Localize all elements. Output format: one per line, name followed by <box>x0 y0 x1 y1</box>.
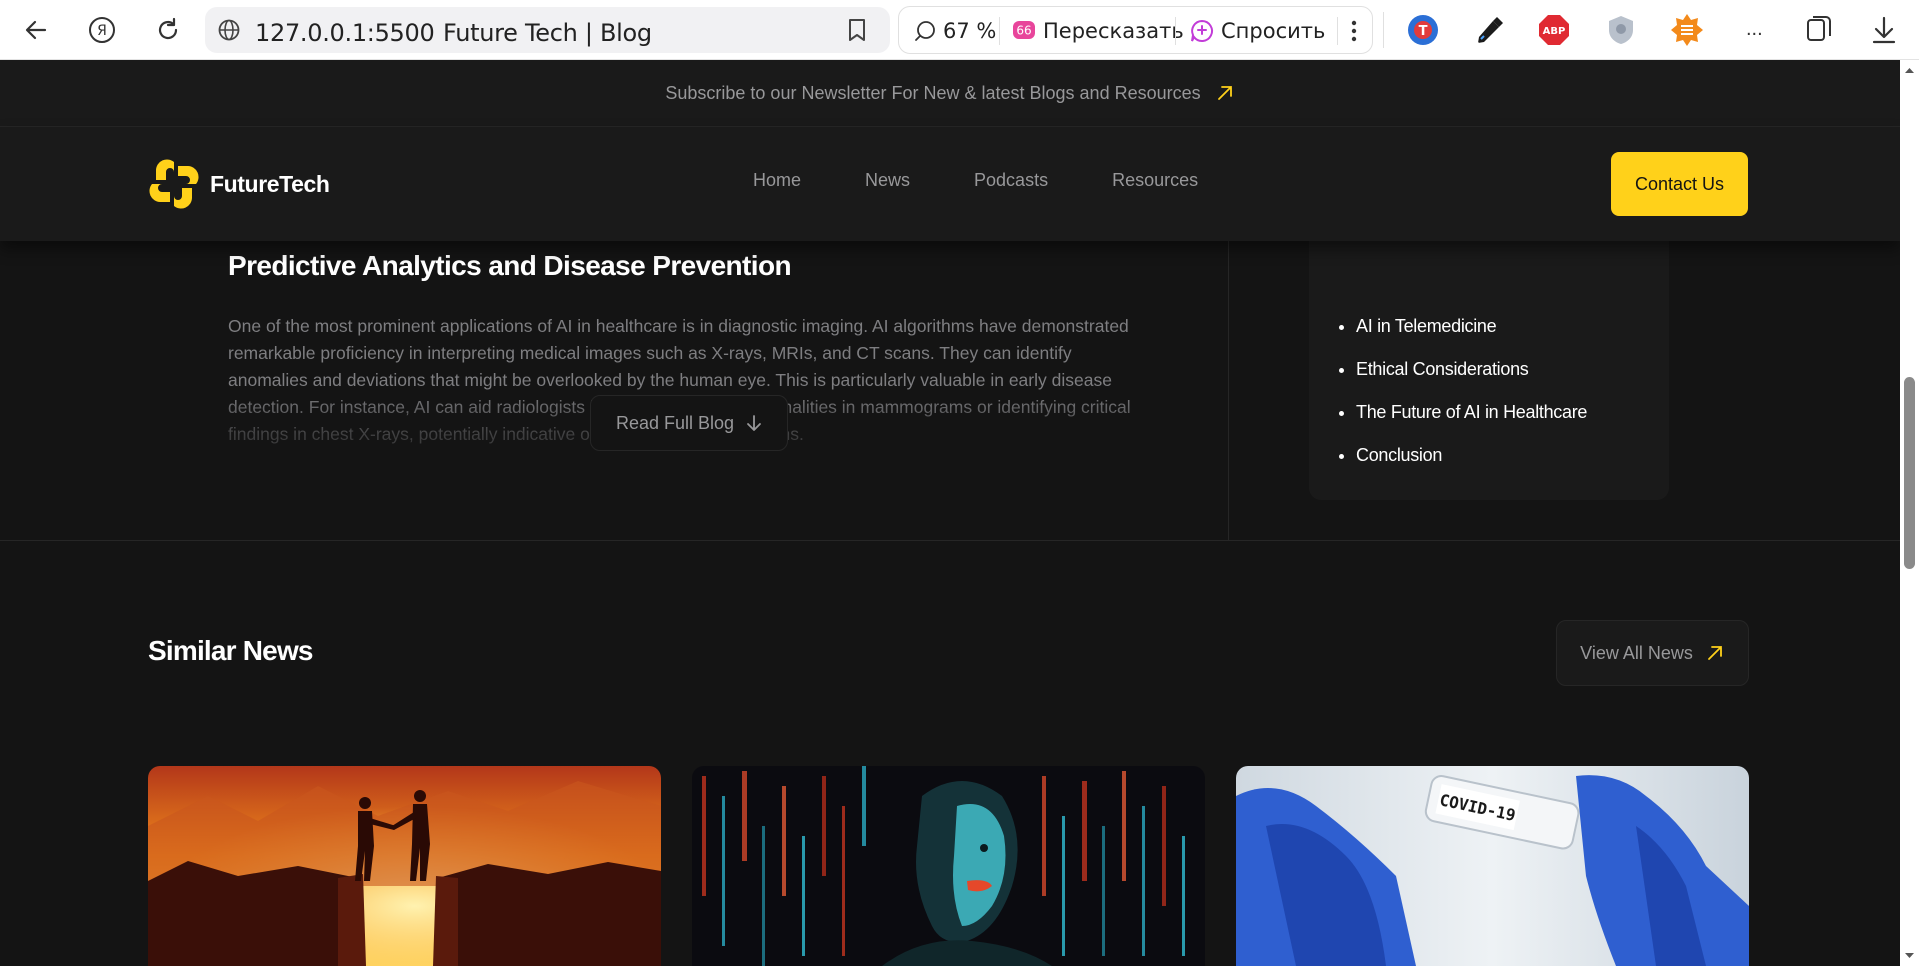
news-card[interactable] <box>148 766 661 966</box>
newsletter-banner[interactable]: Subscribe to our Newsletter For New & la… <box>0 60 1900 127</box>
arrow-down-icon <box>747 415 761 431</box>
futuretech-logo-icon <box>149 159 199 209</box>
contact-us-button[interactable]: Contact Us <box>1611 152 1748 216</box>
article-section: Predictive Analytics and Disease Prevent… <box>228 250 1138 282</box>
scrollbar-thumb[interactable] <box>1904 377 1915 569</box>
toc-item[interactable]: Ethical Considerations <box>1356 359 1587 380</box>
arrow-up-right-icon <box>1217 86 1232 100</box>
read-full-blog-button[interactable]: Read Full Blog <box>590 395 788 451</box>
yandex-button[interactable]: Я <box>86 14 118 46</box>
svg-text:Я: Я <box>97 23 107 39</box>
back-button[interactable] <box>20 14 52 46</box>
retell-icon: 66 <box>1013 21 1035 39</box>
svg-text:T: T <box>1419 24 1428 39</box>
arrow-left-icon <box>25 20 47 40</box>
adblock-extension-icon[interactable]: ABP <box>1537 13 1571 47</box>
eyedropper-extension-icon[interactable] <box>1473 13 1507 47</box>
shield-extension-icon[interactable] <box>1604 13 1638 47</box>
arrow-up-right-icon <box>1707 646 1722 660</box>
brand-logo[interactable]: FutureTech <box>148 158 330 210</box>
section-divider <box>0 540 1900 541</box>
tab-title: Future Tech | Blog <box>443 19 652 47</box>
ask-ai-icon <box>1191 19 1213 42</box>
column-divider <box>1228 241 1229 540</box>
handshake-canyon-image <box>148 766 661 966</box>
covid-test-tube-image: COVID-19 <box>1236 766 1749 966</box>
brand-name: FutureTech <box>210 170 330 197</box>
toc-item[interactable]: Conclusion <box>1356 445 1587 466</box>
address-bar[interactable]: 127.0.0.1:5500 Future Tech | Blog <box>205 7 890 53</box>
read-full-blog-label: Read Full Blog <box>615 412 735 433</box>
table-of-contents: AI in Telemedicine Ethical Consideration… <box>1309 210 1669 500</box>
nav-resources[interactable]: Resources <box>1112 170 1198 191</box>
web-page: Subscribe to our Newsletter For New & la… <box>0 60 1900 966</box>
translate-extension-icon[interactable]: T <box>1406 13 1440 47</box>
scroll-up-icon[interactable] <box>1904 66 1915 74</box>
nav-podcasts[interactable]: Podcasts <box>974 170 1048 191</box>
toc-item[interactable]: The Future of AI in Healthcare <box>1356 402 1587 423</box>
globe-icon <box>218 19 240 41</box>
main-nav: Home News Podcasts Resources <box>753 170 1262 191</box>
bookmark-icon[interactable] <box>845 17 869 43</box>
more-extensions[interactable]: ... <box>1746 18 1763 41</box>
site-navbar: FutureTech Home News Podcasts Resources … <box>0 127 1900 241</box>
zoom-level[interactable]: 67 % <box>943 19 996 43</box>
reload-icon <box>158 17 178 40</box>
browser-toolbar: Я 127.0.0.1:5500 Future Tech | Blog 67 %… <box>0 0 1919 60</box>
toc-item[interactable]: AI in Telemedicine <box>1356 316 1587 337</box>
reload-button[interactable] <box>152 14 184 46</box>
assistant-pill-group: 67 % 66 Пересказать Спросить <box>898 6 1373 54</box>
section-heading: Predictive Analytics and Disease Prevent… <box>228 250 792 281</box>
kebab-menu-icon[interactable] <box>1348 19 1360 43</box>
nav-home[interactable]: Home <box>753 170 801 191</box>
sun-extension-icon[interactable] <box>1670 13 1704 47</box>
digital-woman-portrait-image <box>692 766 1205 966</box>
newsletter-text: Subscribe to our Newsletter For New & la… <box>665 82 1201 103</box>
view-all-label: View All News <box>1580 642 1693 663</box>
similar-news-title: Similar News <box>148 635 314 666</box>
ask-button[interactable]: Спросить <box>1221 19 1325 43</box>
yandex-icon: Я <box>89 17 115 43</box>
scroll-down-icon[interactable] <box>1904 952 1915 960</box>
view-all-news-button[interactable]: View All News <box>1556 620 1749 686</box>
collections-icon[interactable] <box>1804 14 1834 46</box>
news-card[interactable]: COVID-19 <box>1236 766 1749 966</box>
svg-text:66: 66 <box>1016 24 1031 38</box>
retell-button[interactable]: Пересказать <box>1043 19 1184 43</box>
news-card[interactable] <box>692 766 1205 966</box>
svg-text:ABP: ABP <box>1543 26 1566 37</box>
download-icon[interactable] <box>1870 15 1898 45</box>
nav-news[interactable]: News <box>865 170 910 191</box>
zoom-chat-icon <box>915 21 935 41</box>
url-text: 127.0.0.1:5500 <box>255 19 435 47</box>
